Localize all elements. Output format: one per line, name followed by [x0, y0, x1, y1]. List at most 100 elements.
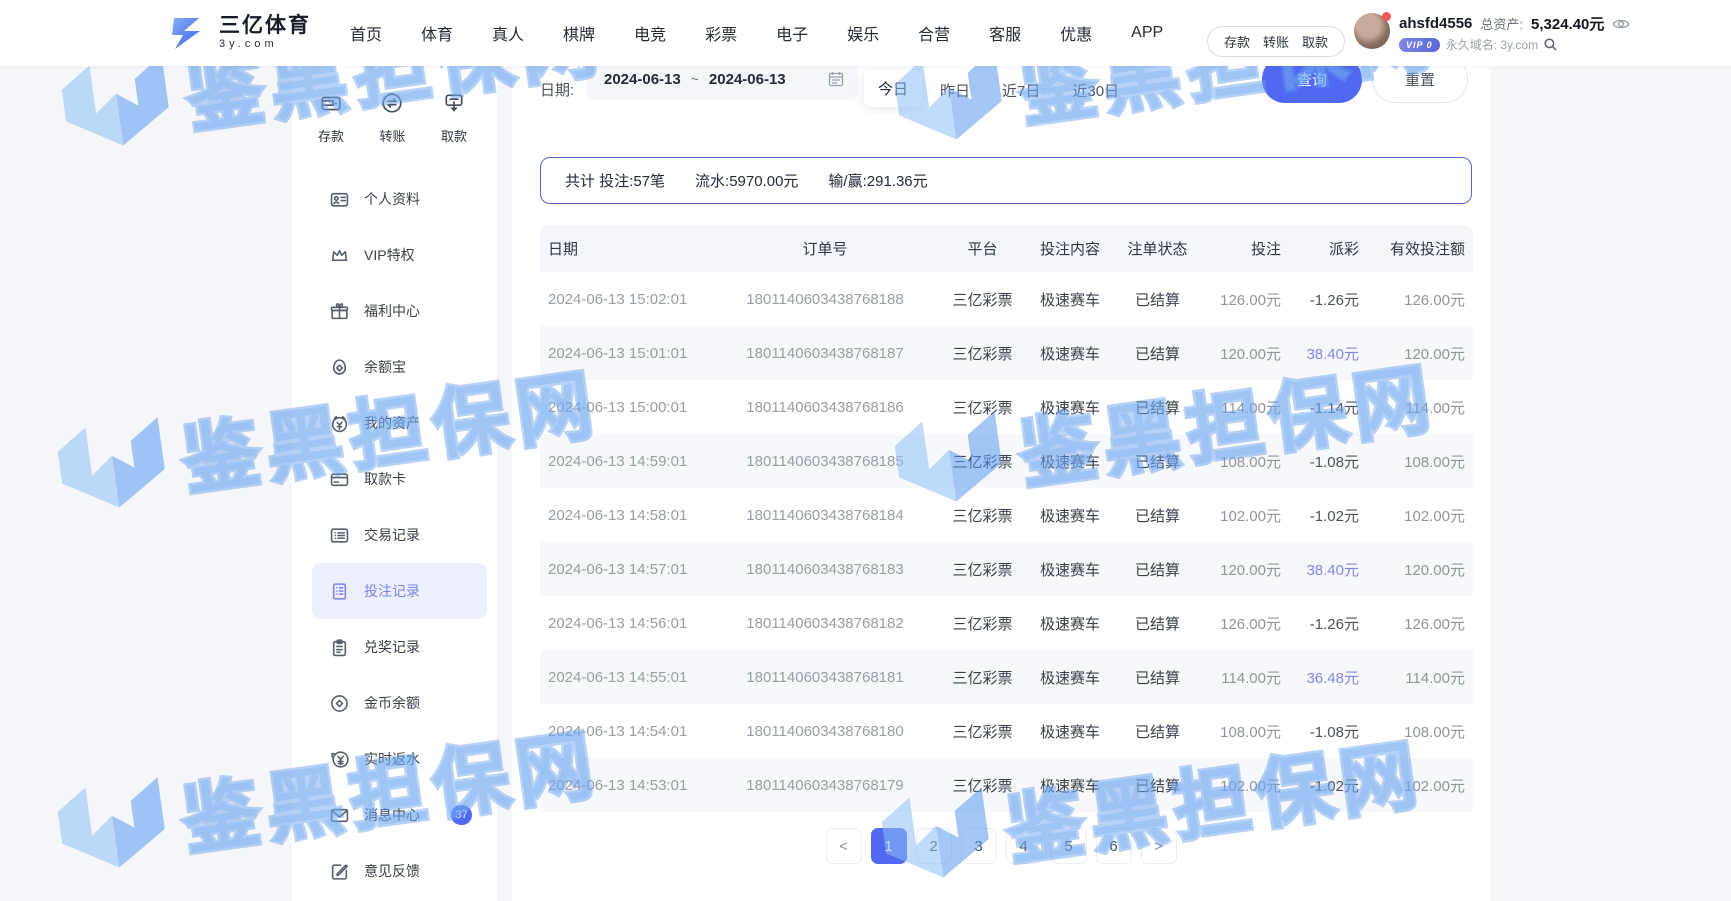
quick-action-存款[interactable]: 存款 [318, 92, 344, 145]
cell-content: 极速赛车 [1025, 721, 1115, 742]
page-prev-button[interactable]: < [826, 828, 862, 864]
eye-icon[interactable] [1612, 17, 1630, 31]
quick-filter-近30日[interactable]: 近30日 [1058, 72, 1133, 109]
sidebar-item-兑奖记录[interactable]: 兑奖记录 [292, 619, 497, 675]
withdraw-icon [443, 92, 465, 119]
nav-item-棋牌[interactable]: 棋牌 [563, 21, 595, 45]
cell-status: 已结算 [1115, 559, 1200, 580]
page-button-5[interactable]: 5 [1051, 828, 1087, 864]
notification-dot [1382, 12, 1391, 21]
user-box[interactable]: ahsfd4556 总资产: 5,324.40元 VIP 0 永久域名: 3y.… [1354, 13, 1630, 53]
cell-platform: 三亿彩票 [940, 667, 1025, 688]
page-button-6[interactable]: 6 [1096, 828, 1132, 864]
page-button-3[interactable]: 3 [961, 828, 997, 864]
cell-payout: -1.02元 [1285, 775, 1363, 796]
cell-platform: 三亿彩票 [940, 775, 1025, 796]
nav-item-合营[interactable]: 合营 [918, 21, 950, 45]
quick-action-转账[interactable]: 转账 [379, 92, 405, 145]
wallet-action-转账[interactable]: 转账 [1263, 32, 1289, 51]
sidebar-item-取款卡[interactable]: 取款卡 [292, 451, 497, 507]
sidebar-item-实时返水[interactable]: 实时返水 [292, 731, 497, 787]
date-range-input[interactable]: 2024-06-13 ~ 2024-06-13 [586, 66, 858, 100]
sidebar-item-福利中心[interactable]: 福利中心 [292, 283, 497, 339]
site-logo[interactable]: 三亿体育 3y.com [166, 12, 311, 54]
sidebar-item-意见反馈[interactable]: 意见反馈 [292, 843, 497, 899]
cell-valid: 120.00元 [1363, 559, 1473, 580]
logo-title: 三亿体育 [219, 15, 311, 37]
cell-status: 已结算 [1115, 775, 1200, 796]
nav-item-真人[interactable]: 真人 [492, 21, 524, 45]
page-button-2[interactable]: 2 [916, 828, 952, 864]
quick-filter-近7日[interactable]: 近7日 [988, 72, 1054, 109]
cell-order: 1801140603438768187 [710, 345, 940, 362]
sidebar-item-投注记录[interactable]: 投注记录 [312, 563, 487, 619]
logo-domain: 3y.com [219, 39, 311, 51]
cell-platform: 三亿彩票 [940, 451, 1025, 472]
filter-row: 日期: 2024-06-13 ~ 2024-06-13 今日昨日近7日近30日 … [512, 66, 1490, 114]
sidebar-item-我的资产[interactable]: 我的资产 [292, 395, 497, 451]
cell-payout: -1.08元 [1285, 721, 1363, 742]
column-header-平台: 平台 [940, 238, 1025, 259]
wallet-action-存款[interactable]: 存款 [1224, 32, 1250, 51]
wallet-actions-pill: 存款转账取款 [1207, 26, 1345, 57]
cell-status: 已结算 [1115, 289, 1200, 310]
summary-box: 共计 投注:57笔流水:5970.00元输/赢:291.36元 [540, 157, 1472, 204]
cell-order: 1801140603438768179 [710, 777, 940, 794]
quick-filter-昨日[interactable]: 昨日 [926, 72, 984, 109]
page-next-button[interactable]: > [1141, 828, 1177, 864]
table-row: 2024-06-13 14:59:011801140603438768185三亿… [540, 434, 1473, 488]
message-icon [330, 806, 349, 825]
nav-item-体育[interactable]: 体育 [421, 21, 453, 45]
cell-content: 极速赛车 [1025, 559, 1115, 580]
nav-item-首页[interactable]: 首页 [350, 21, 382, 45]
sidebar-item-消息中心[interactable]: 消息中心37 [292, 787, 497, 843]
table-header-row: 日期订单号平台投注内容注单状态投注派彩有效投注额 [540, 225, 1473, 272]
sidebar: 存款 转账 取款 个人资料 VIP特权 福利中心 余额宝 我的资产 取款卡 交易… [292, 66, 497, 901]
main-nav: 首页 体育 真人 棋牌 电竞 彩票 电子 娱乐 合营 客服 优惠 APP [350, 0, 1163, 66]
nav-item-电竞[interactable]: 电竞 [634, 21, 666, 45]
sidebar-item-VIP特权[interactable]: VIP特权 [292, 227, 497, 283]
nav-item-彩票[interactable]: 彩票 [705, 21, 737, 45]
rebate-icon [330, 750, 349, 769]
nav-item-APP[interactable]: APP [1131, 24, 1163, 42]
cell-bet: 114.00元 [1200, 667, 1285, 688]
cell-status: 已结算 [1115, 667, 1200, 688]
avatar[interactable] [1354, 13, 1390, 49]
sidebar-item-交易记录[interactable]: 交易记录 [292, 507, 497, 563]
table-row: 2024-06-13 14:54:011801140603438768180三亿… [540, 704, 1473, 758]
cell-payout: -1.26元 [1285, 613, 1363, 634]
page-button-4[interactable]: 4 [1006, 828, 1042, 864]
reset-button[interactable]: 重置 [1372, 66, 1468, 103]
quick-action-取款[interactable]: 取款 [441, 92, 467, 145]
table-row: 2024-06-13 14:58:011801140603438768184三亿… [540, 488, 1473, 542]
quick-filter-今日[interactable]: 今日 [864, 70, 922, 107]
cell-content: 极速赛车 [1025, 505, 1115, 526]
query-button[interactable]: 查询 [1262, 66, 1362, 103]
date-label: 日期: [540, 79, 574, 100]
search-icon[interactable] [1544, 38, 1557, 51]
vip-icon [330, 246, 349, 265]
cell-bet: 102.00元 [1200, 505, 1285, 526]
nav-item-客服[interactable]: 客服 [989, 21, 1021, 45]
sidebar-item-个人资料[interactable]: 个人资料 [292, 171, 497, 227]
nav-item-电子[interactable]: 电子 [776, 21, 808, 45]
cell-valid: 108.00元 [1363, 721, 1473, 742]
cell-valid: 114.00元 [1363, 397, 1473, 418]
cell-status: 已结算 [1115, 505, 1200, 526]
column-header-注单状态: 注单状态 [1115, 238, 1200, 259]
nav-item-优惠[interactable]: 优惠 [1060, 21, 1092, 45]
yuebao-icon [330, 358, 349, 377]
wallet-action-取款[interactable]: 取款 [1302, 32, 1328, 51]
sidebar-item-金币余额[interactable]: 金币余额 [292, 675, 497, 731]
cell-bet: 120.00元 [1200, 343, 1285, 364]
cell-valid: 126.00元 [1363, 289, 1473, 310]
column-header-派彩: 派彩 [1285, 238, 1363, 259]
page-button-1[interactable]: 1 [871, 828, 907, 864]
nav-item-娱乐[interactable]: 娱乐 [847, 21, 879, 45]
table-row: 2024-06-13 15:01:011801140603438768187三亿… [540, 326, 1473, 380]
cell-valid: 126.00元 [1363, 613, 1473, 634]
cell-status: 已结算 [1115, 343, 1200, 364]
sidebar-item-余额宝[interactable]: 余额宝 [292, 339, 497, 395]
cell-bet: 108.00元 [1200, 721, 1285, 742]
cell-platform: 三亿彩票 [940, 397, 1025, 418]
